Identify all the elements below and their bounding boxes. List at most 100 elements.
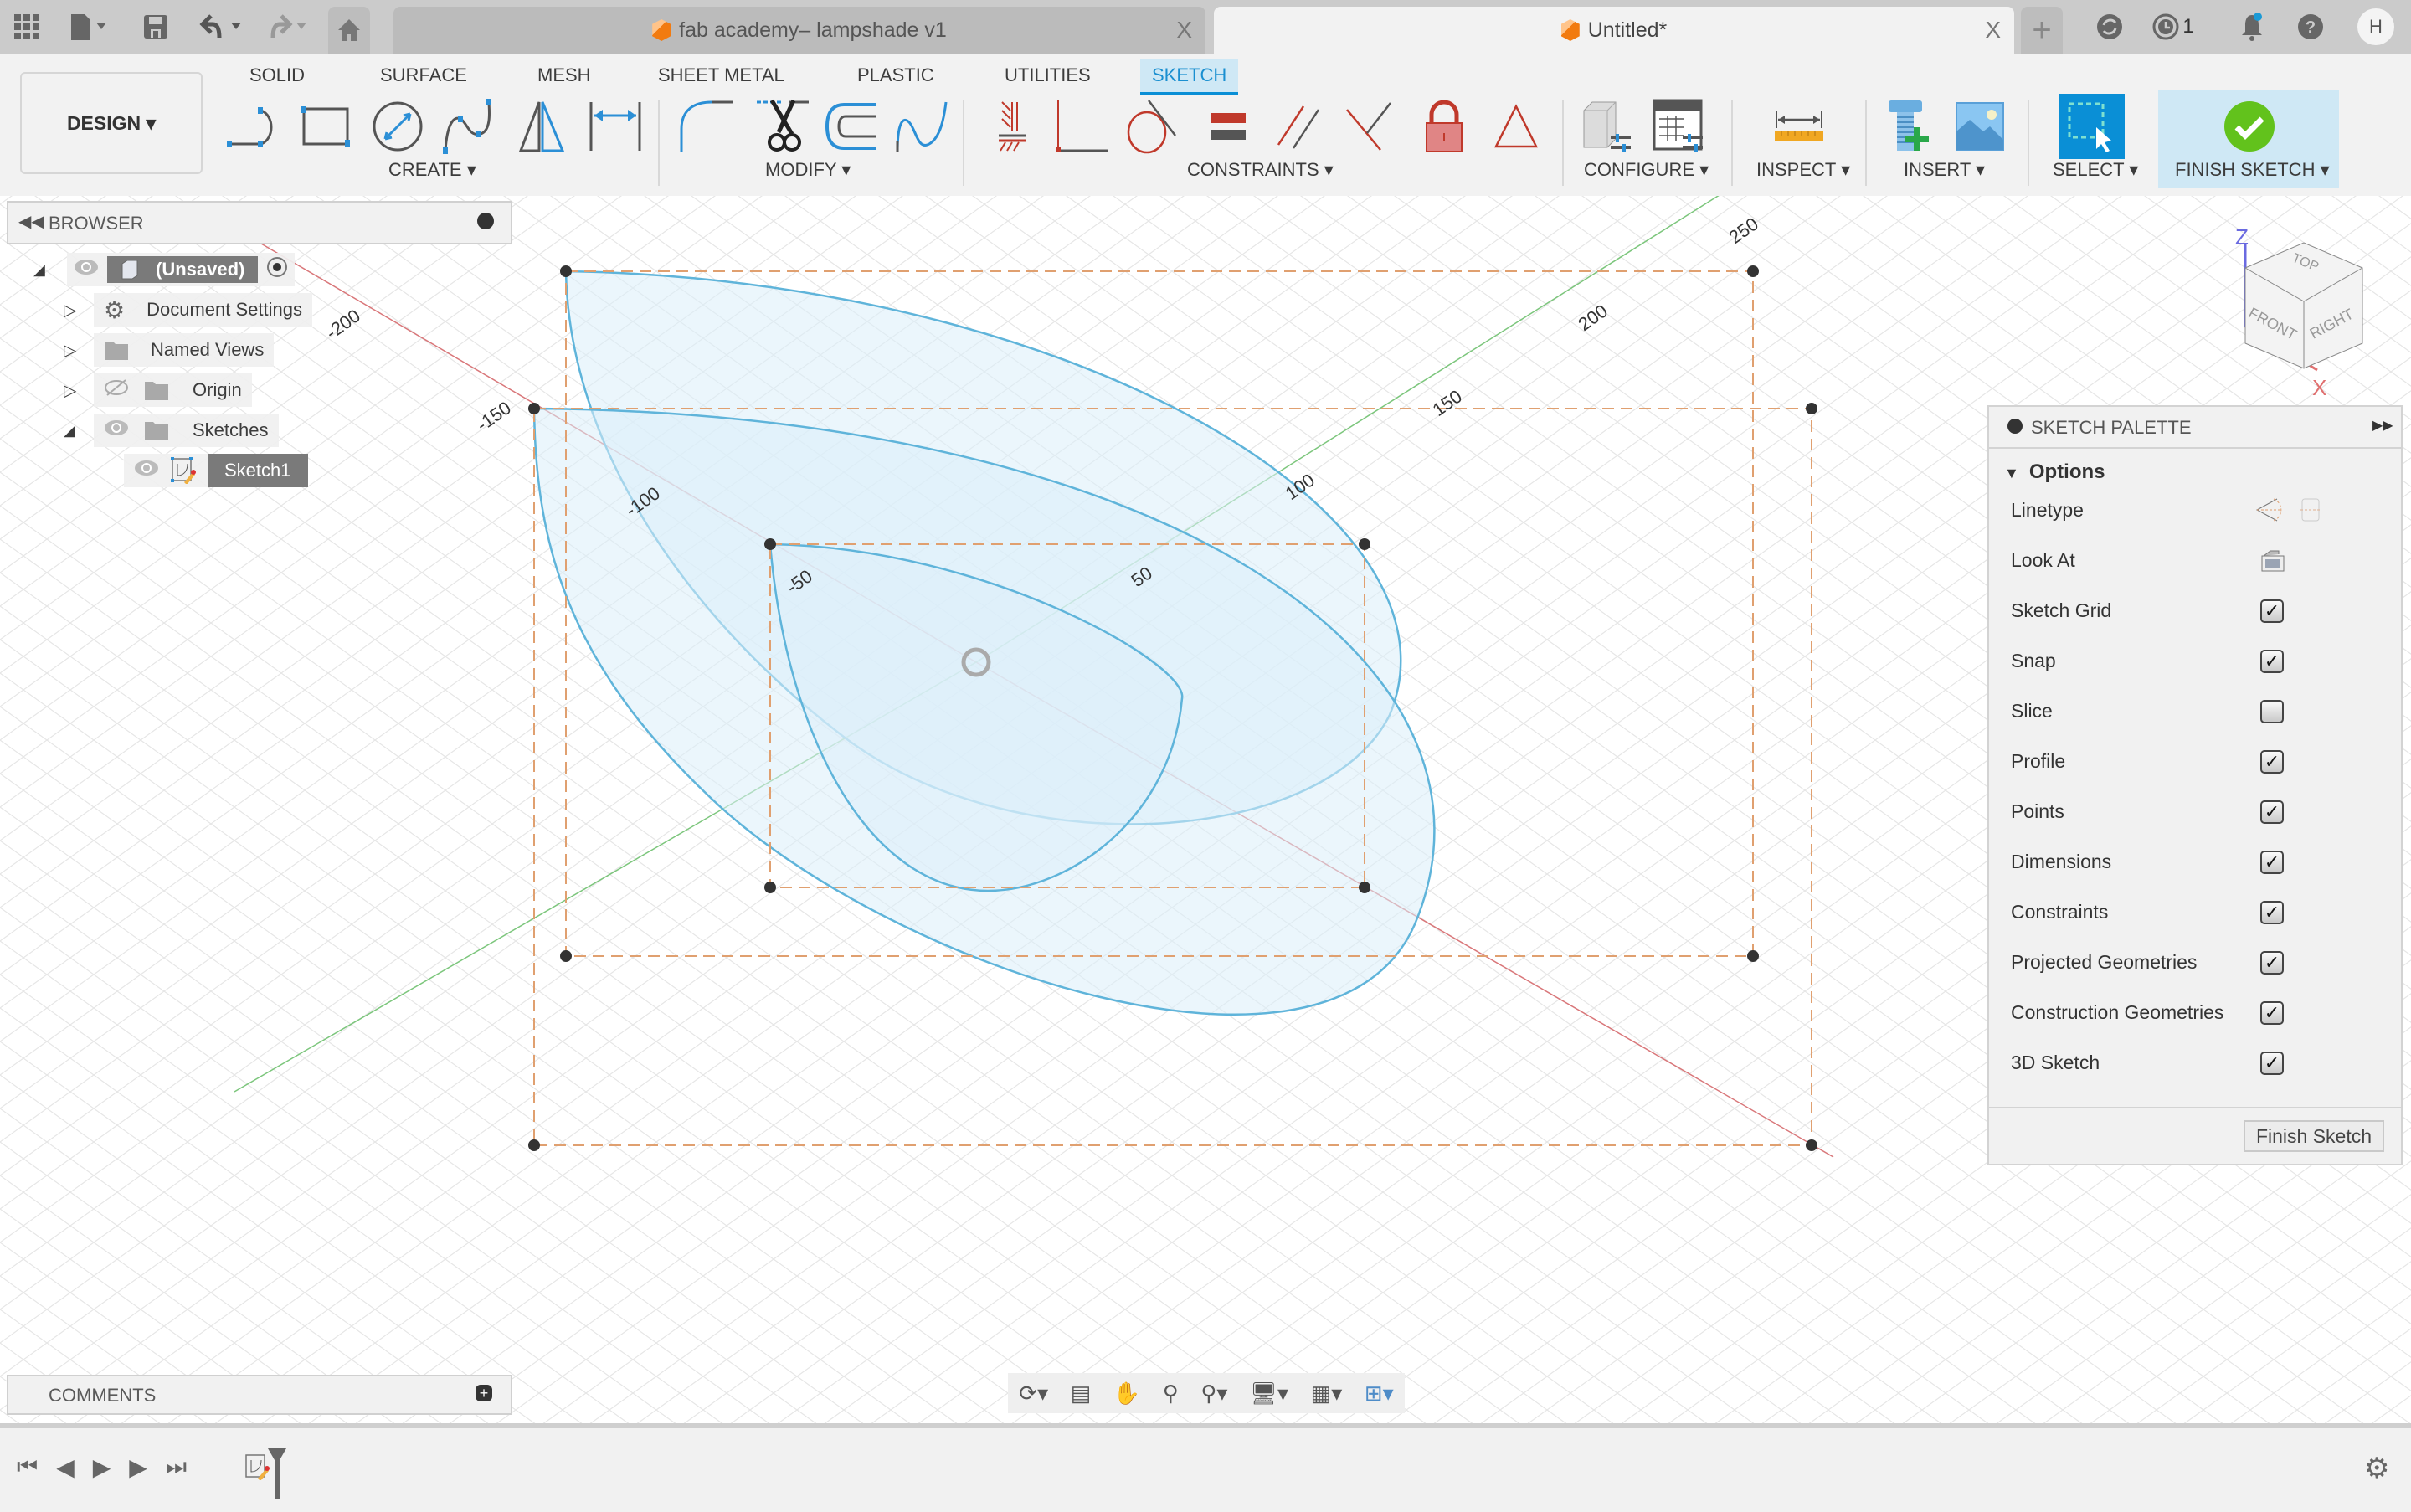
fit-window-icon[interactable]: ⚲▾ — [1200, 1381, 1227, 1407]
look-at-icon[interactable]: ▤ — [1071, 1381, 1092, 1407]
tab-mesh[interactable]: MESH — [526, 59, 603, 92]
tab-surface[interactable]: SURFACE — [368, 59, 479, 92]
new-tab-button[interactable]: + — [2021, 7, 2063, 54]
palette-expand-icon[interactable]: ▶▶ — [2372, 417, 2393, 434]
job-status[interactable]: 1 — [2148, 10, 2198, 44]
viewports-icon[interactable]: ⊞▾ — [1365, 1381, 1394, 1407]
go-to-end-icon[interactable]: ⏭ — [166, 1453, 187, 1481]
equal-constraint-icon[interactable] — [1199, 95, 1257, 157]
look-at-icon[interactable] — [2260, 549, 2285, 578]
fillet-tool-icon[interactable] — [676, 95, 735, 157]
tab-sheet-metal[interactable]: SHEET METAL — [646, 59, 796, 92]
inspect-menu[interactable]: INSPECT ▾ — [1756, 159, 1850, 181]
offset-tool-icon[interactable] — [822, 95, 881, 157]
timeline-marker-handle[interactable] — [266, 1447, 288, 1500]
zoom-icon[interactable]: ⚲ — [1163, 1381, 1179, 1407]
configure-model-icon[interactable] — [1577, 95, 1636, 157]
expand-toggle-icon[interactable]: ◢ — [33, 261, 67, 279]
go-to-start-icon[interactable]: ⏮ — [17, 1453, 38, 1481]
tab-utilities[interactable]: UTILITIES — [993, 59, 1103, 92]
file-menu-icon[interactable] — [67, 10, 114, 44]
insert-mcmaster-icon[interactable] — [1882, 95, 1941, 157]
save-icon[interactable] — [141, 10, 171, 44]
pan-hand-icon[interactable]: ✋ — [1113, 1381, 1140, 1407]
step-forward-icon[interactable]: ▶ — [129, 1453, 147, 1481]
parallel-constraint-icon[interactable] — [1269, 95, 1328, 157]
tab-solid[interactable]: SOLID — [238, 59, 316, 92]
help-icon[interactable]: ? — [2294, 10, 2327, 44]
palette-checkbox-constraints[interactable]: ✓ — [2260, 901, 2284, 924]
create-menu[interactable]: CREATE ▾ — [388, 159, 476, 181]
finish-sketch-button[interactable]: FINISH SKETCH ▾ — [2158, 90, 2339, 188]
tree-item-sketch1[interactable]: Sketch1 — [124, 454, 308, 487]
lock-icon[interactable] — [1415, 95, 1473, 157]
tree-item-document-settings[interactable]: ▷ ⚙ Document Settings — [64, 293, 312, 327]
configure-menu[interactable]: CONFIGURE ▾ — [1584, 159, 1709, 181]
linetype-construction-icon[interactable] — [2254, 496, 2321, 529]
mirror-tool-icon[interactable] — [512, 95, 571, 157]
palette-checkbox-construction-geometries[interactable]: ✓ — [2260, 1001, 2284, 1025]
orbit-icon[interactable]: ⟳▾ — [1019, 1381, 1048, 1407]
step-back-icon[interactable]: ◀ — [56, 1453, 75, 1481]
eye-hidden-icon[interactable] — [104, 378, 129, 402]
palette-checkbox-snap[interactable]: ✓ — [2260, 650, 2284, 673]
notifications-icon[interactable] — [2235, 10, 2269, 44]
palette-checkbox-profile[interactable]: ✓ — [2260, 750, 2284, 774]
options-section-toggle[interactable]: ▼ Options — [2004, 460, 2105, 484]
palette-collapse-icon[interactable] — [2007, 419, 2023, 434]
eye-icon[interactable] — [134, 460, 159, 481]
tangent-constraint-icon[interactable] — [1122, 95, 1180, 157]
tab-lampshade[interactable]: fab academy– lampshade v1 X — [393, 7, 1206, 54]
palette-checkbox-3d-sketch[interactable]: ✓ — [2260, 1052, 2284, 1075]
insert-menu[interactable]: INSERT ▾ — [1904, 159, 1985, 181]
expand-toggle-icon[interactable]: ◢ — [64, 422, 94, 440]
display-settings-icon[interactable]: 🖥▾ — [1250, 1381, 1288, 1407]
tree-item-origin[interactable]: ▷ Origin — [64, 373, 252, 407]
sketch-scale-icon[interactable] — [892, 95, 951, 157]
sync-icon[interactable] — [2093, 10, 2126, 44]
tab-untitled[interactable]: Untitled* X — [1214, 7, 2014, 54]
play-icon[interactable]: ▶ — [93, 1453, 111, 1481]
trim-tool-icon[interactable] — [753, 95, 812, 157]
close-tab-icon[interactable]: X — [1176, 17, 1192, 44]
user-avatar[interactable]: H — [2357, 8, 2394, 45]
redo-icon[interactable] — [263, 10, 316, 44]
dimension-tool-icon[interactable] — [586, 95, 645, 157]
add-comment-icon[interactable]: + — [476, 1385, 492, 1401]
eye-icon[interactable] — [74, 259, 99, 280]
workspace-switcher[interactable]: DESIGN ▾ — [20, 72, 203, 174]
coincident-constraint-icon[interactable] — [1053, 95, 1112, 157]
tab-plastic[interactable]: PLASTIC — [846, 59, 946, 92]
select-menu[interactable]: SELECT ▾ — [2053, 159, 2138, 181]
expand-toggle-icon[interactable]: ▷ — [64, 340, 94, 361]
expand-toggle-icon[interactable]: ▷ — [64, 300, 94, 321]
rectangle-tool-icon[interactable] — [296, 95, 355, 157]
collapse-browser-icon[interactable]: ◀◀ — [18, 211, 44, 232]
activate-radio-icon[interactable] — [266, 256, 288, 283]
palette-checkbox-points[interactable]: ✓ — [2260, 800, 2284, 824]
constraints-menu[interactable]: CONSTRAINTS ▾ — [1187, 159, 1334, 181]
tab-sketch[interactable]: SKETCH — [1140, 59, 1239, 95]
fix-constraint-icon[interactable] — [983, 95, 1041, 157]
spline-tool-icon[interactable] — [439, 95, 497, 157]
select-tool-icon[interactable] — [2059, 94, 2125, 159]
modify-menu[interactable]: MODIFY ▾ — [765, 159, 851, 181]
finish-sketch-palette-button[interactable]: Finish Sketch — [2244, 1120, 2384, 1152]
grid-settings-icon[interactable]: ▦▾ — [1311, 1381, 1343, 1407]
timeline-settings-gear-icon[interactable]: ⚙ — [2364, 1452, 2389, 1485]
palette-checkbox-sketch-grid[interactable]: ✓ — [2260, 599, 2284, 623]
home-tab[interactable] — [328, 7, 370, 54]
palette-checkbox-projected-geometries[interactable]: ✓ — [2260, 951, 2284, 975]
measure-icon[interactable] — [1770, 95, 1828, 157]
perpendicular-constraint-icon[interactable] — [1339, 95, 1398, 157]
apps-grid-icon[interactable] — [12, 10, 42, 44]
insert-canvas-icon[interactable] — [1951, 95, 2009, 157]
palette-checkbox-slice[interactable] — [2260, 700, 2284, 723]
tree-item-named-views[interactable]: ▷ Named Views — [64, 333, 275, 367]
browser-pin-icon[interactable] — [477, 213, 494, 229]
circle-tool-icon[interactable] — [368, 95, 427, 157]
line-tool-icon[interactable] — [224, 95, 283, 157]
eye-icon[interactable] — [104, 419, 129, 441]
undo-icon[interactable] — [198, 10, 251, 44]
tree-item-unsaved[interactable]: ◢ (Unsaved) — [33, 253, 296, 286]
